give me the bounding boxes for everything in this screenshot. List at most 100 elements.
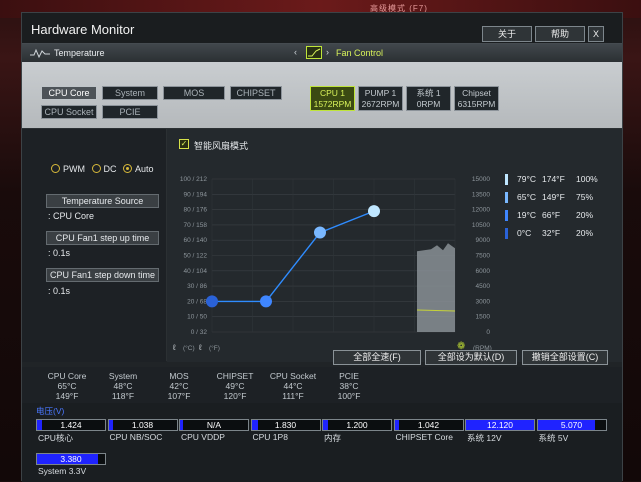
temp-chipset: CHIPSET 49°C 120°F [216,371,254,401]
y-left-tick-label: 50 / 122 [184,253,208,260]
fan-curve-panel: ✓ 智能风扇模式 100 / 212 15000 90 / 194 13500 80 /… [167,129,622,362]
step-up-time-button[interactable]: CPU Fan1 step up time [46,231,159,245]
curve-point-fahrenheit: 174°F [542,174,565,184]
curve-point [206,295,218,308]
y-left-tick-label: 60 / 140 [184,237,208,244]
voltage-value: 1.200 [346,420,368,430]
mode-auto-option[interactable]: Auto [123,164,154,174]
voltage-bar: 1.042 [393,419,464,431]
fan-chipset-button[interactable]: Chipset 6315RPM [454,86,499,111]
voltage-label: CHIPSET Core [395,432,453,442]
fan-curve-icon [306,46,322,59]
source-cpu-core[interactable]: CPU Core [41,86,97,100]
fan-settings-panel: PWM DC Auto Temperature Source : CPU Cor… [22,129,166,362]
fan-name: PUMP 1 [364,88,397,98]
fan-system1-button[interactable]: 系统 1 0RPM [406,86,451,111]
chevron-left-icon[interactable]: ‹ [294,47,297,57]
thermometer-icon: ℓ [173,343,176,352]
curve-point-row[interactable]: 79°C 174°F 100% [505,173,620,187]
voltage-bar: 1.424 [36,419,106,431]
help-button[interactable]: 帮助 [535,26,585,42]
curve-point [368,205,380,218]
curve-point-percent: 100% [576,174,598,184]
temperature-source-value: : CPU Core [48,211,95,221]
temp-cpu-socket: CPU Socket 44°C 111°F [269,371,317,401]
y-right-tick-label: 6000 [476,268,491,275]
y-left-tick-label: 100 / 212 [180,176,207,183]
close-button[interactable]: X [588,26,604,42]
curve-point [314,226,326,239]
y-right-tick-label: 9000 [476,237,491,244]
voltage-value: 1.424 [60,420,82,430]
fan-pump1-button[interactable]: PUMP 1 2672RPM [358,86,403,111]
curve-point-color-marker [505,174,508,185]
voltage-label: System 3.3V [38,466,87,476]
voltage-label: CPU核心 [38,433,73,443]
radio-icon [91,164,101,173]
voltage-label: CPU 1P8 [252,432,288,442]
tab-fan-control[interactable]: Fan Control [336,48,383,58]
step-down-time-value: : 0.1s [48,286,71,296]
y-right-tick-label: 12000 [472,207,490,214]
fan-rpm: 2672RPM [361,99,400,109]
source-chipset[interactable]: CHIPSET [230,86,282,100]
voltage-label: CPU NB/SOC [109,432,163,442]
voltage-label: CPU VDDP [181,432,225,442]
y-left-tick-label: 80 / 176 [184,207,208,214]
fan-cpu1-button[interactable]: CPU 1 1572RPM [310,86,355,111]
voltage-label: 系统 12V [467,433,502,443]
voltage-panel: 电压(V) 1.424 CPU核心 1.038 CPU NB/SOC N/A CPU VD… [22,403,622,482]
temp-pcie: PCIE 38°C 100°F [337,371,361,401]
chevron-right-icon[interactable]: › [326,47,329,57]
temp-cpu-core: CPU Core 65°C 149°F [47,371,87,401]
title-bar: Hardware Monitor 关于 帮助 X [22,13,622,43]
temperature-icon [30,48,50,59]
step-up-time-value: : 0.1s [48,248,71,258]
x-axis-celsius-label: (°C) [183,345,195,352]
step-down-time-button[interactable]: CPU Fan1 step down time [46,268,159,282]
source-mos[interactable]: MOS [163,86,225,100]
curve-point-fahrenheit: 66°F [542,210,561,220]
panel-tab-header: Temperature ‹ › Fan Control [22,44,622,62]
temp-mos: MOS 42°C 107°F [167,371,191,401]
about-button[interactable]: 关于 [482,26,532,42]
curve-point [260,295,272,308]
y-right-tick-label: 7500 [476,253,491,260]
voltage-label: 内存 [324,433,342,443]
rpm-history-area [417,243,455,332]
y-left-tick-label: 40 / 104 [184,268,208,275]
x-axis-fahrenheit-label: (°F) [209,345,220,352]
voltage-bar: 5.070 [536,419,607,431]
source-system[interactable]: System [102,86,158,100]
voltage-bar: 1.200 [322,419,392,431]
curve-point-percent: 20% [576,228,594,238]
curve-point-percent: 20% [576,210,594,220]
voltage-bar: 3.380 [36,453,106,465]
y-left-tick-label: 10 / 50 [187,314,207,321]
curve-point-color-marker [505,228,508,239]
fan-curve-chart[interactable]: 100 / 212 1500090 / 194 1350080 / 176 12000… [167,129,622,362]
radio-selected-icon [123,164,133,173]
tab-temperature[interactable]: Temperature [54,48,105,58]
mode-pwm-option[interactable]: PWM [51,164,85,174]
source-cpu-socket[interactable]: CPU Socket [41,105,97,119]
fan-rpm: 6315RPM [457,99,496,109]
temperature-source-button[interactable]: Temperature Source [46,194,159,208]
all-default-button[interactable]: 全部设为默认(D) [425,350,517,365]
curve-point-row[interactable]: 65°C 149°F 75% [505,191,620,205]
undo-all-button[interactable]: 撤销全部设置(C) [522,350,608,365]
voltage-bar: 1.830 [250,419,321,431]
curve-point-row[interactable]: 0°C 32°F 20% [505,227,620,241]
y-left-tick-label: 70 / 158 [184,222,208,229]
curve-point-color-marker [505,192,508,203]
curve-point-fahrenheit: 149°F [542,192,565,202]
curve-point-row[interactable]: 19°C 66°F 20% [505,209,620,223]
curve-point-color-marker [505,210,508,221]
all-full-speed-button[interactable]: 全部全速(F) [333,350,421,365]
fan-rpm: 0RPM [416,99,441,109]
source-pcie[interactable]: PCIE [102,105,158,119]
y-right-tick-label: 13500 [472,191,490,198]
curve-point-celsius: 79°C [517,174,536,184]
mode-dc-option[interactable]: DC [91,164,117,174]
voltage-value: N/A [206,420,222,430]
